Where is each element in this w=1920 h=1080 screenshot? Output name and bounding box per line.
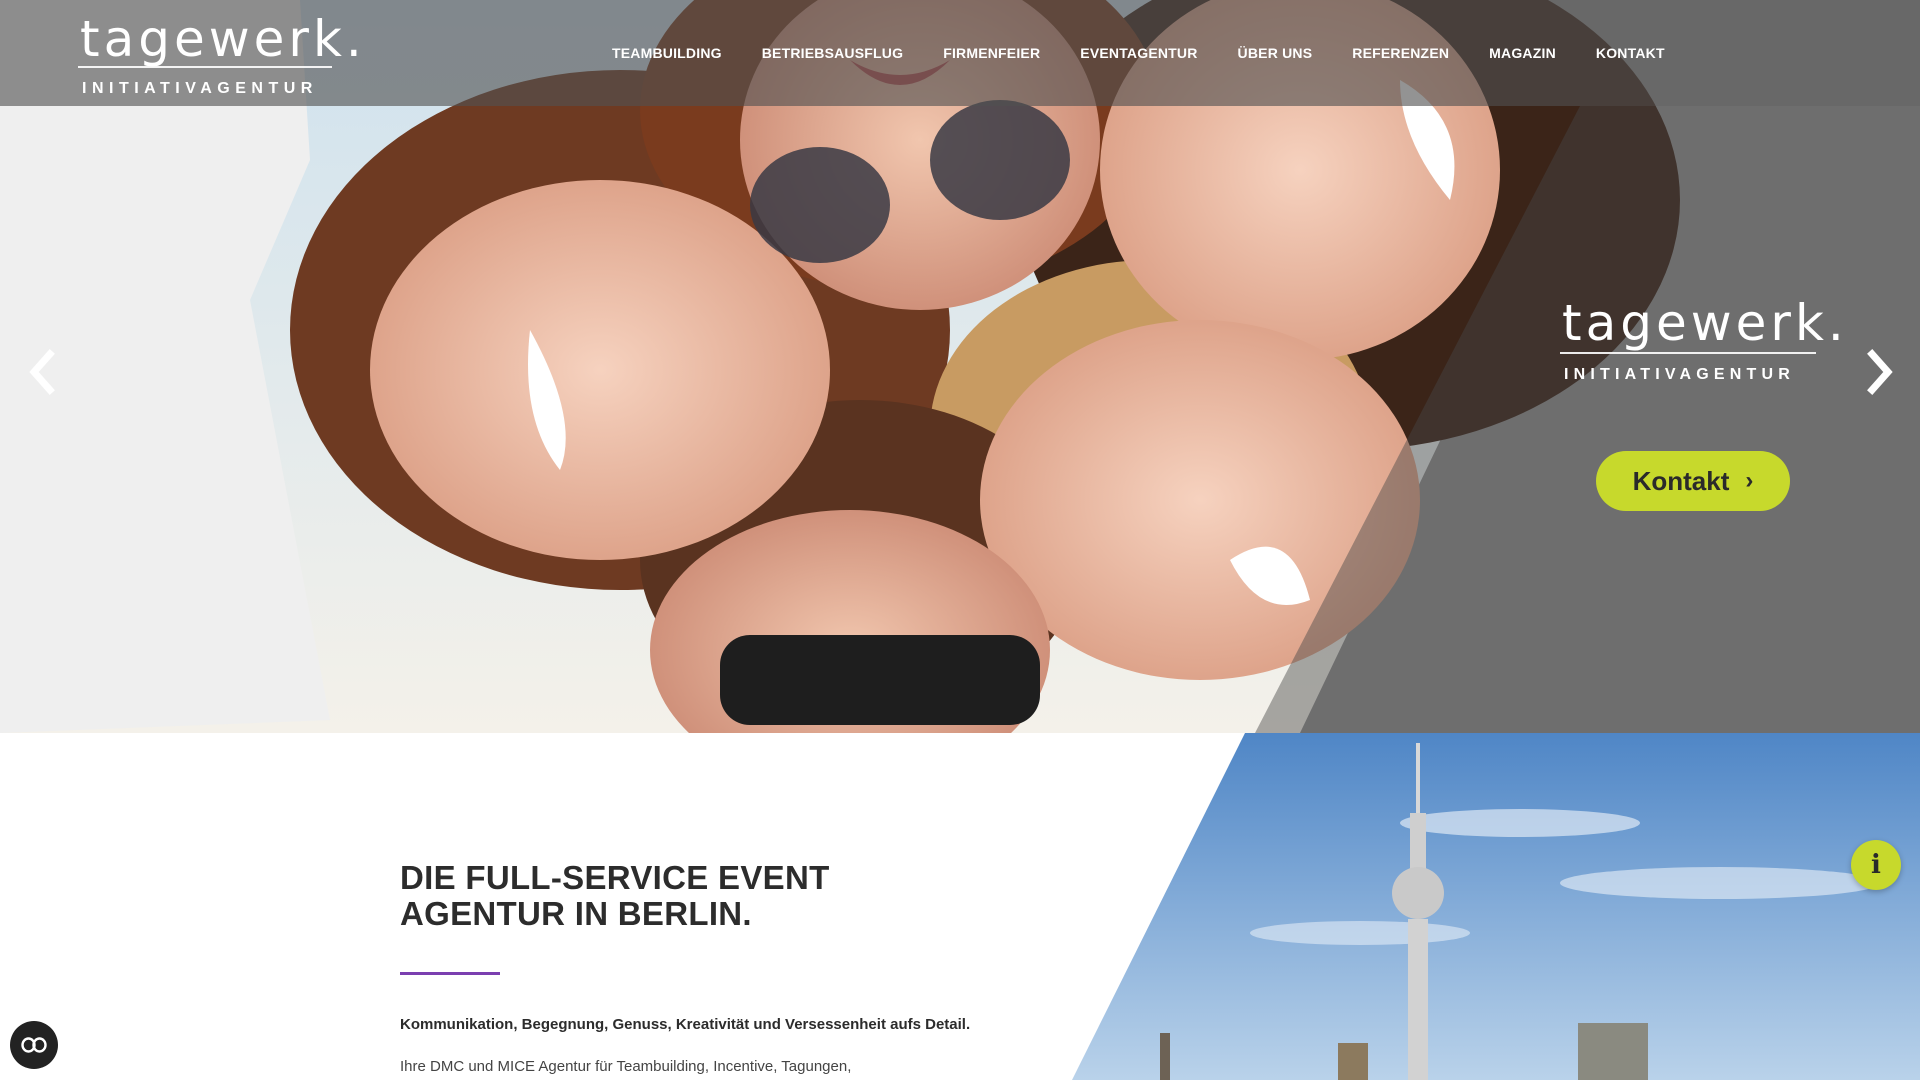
accessibility-button[interactable] bbox=[10, 1021, 58, 1069]
slider-next-button[interactable] bbox=[1860, 348, 1900, 396]
nav-item-teambuilding[interactable]: TEAMBUILDING bbox=[612, 45, 722, 61]
site-logo[interactable]: tagewerk. INITIATIVAGENTUR bbox=[78, 8, 362, 102]
title-underline bbox=[400, 972, 500, 975]
hero-logo-divider bbox=[1560, 352, 1816, 354]
info-button[interactable]: i bbox=[1851, 840, 1901, 890]
nav-item-ueber-uns[interactable]: ÜBER UNS bbox=[1238, 45, 1313, 61]
section-title-line-2: AGENTUR IN BERLIN. bbox=[400, 895, 752, 932]
chevron-right-icon bbox=[1867, 349, 1893, 395]
nav-item-magazin[interactable]: MAGAZIN bbox=[1489, 45, 1556, 61]
kontakt-button-label: Kontakt bbox=[1632, 465, 1730, 496]
site-header: tagewerk. INITIATIVAGENTUR TEAMBUILDING … bbox=[0, 0, 1920, 106]
accessibility-icon bbox=[21, 1037, 47, 1053]
hero-logo-wordmark: tagewerk. bbox=[1562, 294, 1848, 352]
nav-item-referenzen[interactable]: REFERENZEN bbox=[1352, 45, 1449, 61]
intro-bold-text: Kommunikation, Begegnung, Genuss, Kreati… bbox=[400, 1016, 971, 1033]
chevron-right-icon: › bbox=[1745, 467, 1754, 494]
slider-prev-button[interactable] bbox=[22, 348, 62, 396]
hero-logo-tagline: INITIATIVAGENTUR bbox=[1564, 366, 1796, 383]
logo-tagline: INITIATIVAGENTUR bbox=[82, 80, 318, 97]
hero-slider: tagewerk. INITIATIVAGENTUR TEAMBUILDING … bbox=[0, 0, 1920, 733]
logo-wordmark: tagewerk. bbox=[80, 10, 366, 68]
hero-logo: tagewerk. INITIATIVAGENTUR bbox=[1560, 292, 1844, 392]
nav-item-eventagentur[interactable]: EVENTAGENTUR bbox=[1080, 45, 1197, 61]
section-title-line-1: DIE FULL-SERVICE EVENT bbox=[400, 859, 830, 896]
chevron-left-icon bbox=[29, 349, 55, 395]
intro-text: Ihre DMC und MICE Agentur für Teambuildi… bbox=[400, 1058, 852, 1075]
nav-item-kontakt[interactable]: KONTAKT bbox=[1596, 45, 1665, 61]
logo-divider bbox=[78, 66, 332, 68]
info-icon: i bbox=[1871, 850, 1881, 880]
nav-item-betriebsausflug[interactable]: BETRIEBSAUSFLUG bbox=[762, 45, 903, 61]
nav-item-firmenfeier[interactable]: FIRMENFEIER bbox=[943, 45, 1040, 61]
section-title: DIE FULL-SERVICE EVENT AGENTUR IN BERLIN… bbox=[400, 860, 1020, 932]
kontakt-button[interactable]: Kontakt › bbox=[1596, 451, 1790, 511]
main-nav: TEAMBUILDING BETRIEBSAUSFLUG FIRMENFEIER… bbox=[612, 0, 1665, 106]
